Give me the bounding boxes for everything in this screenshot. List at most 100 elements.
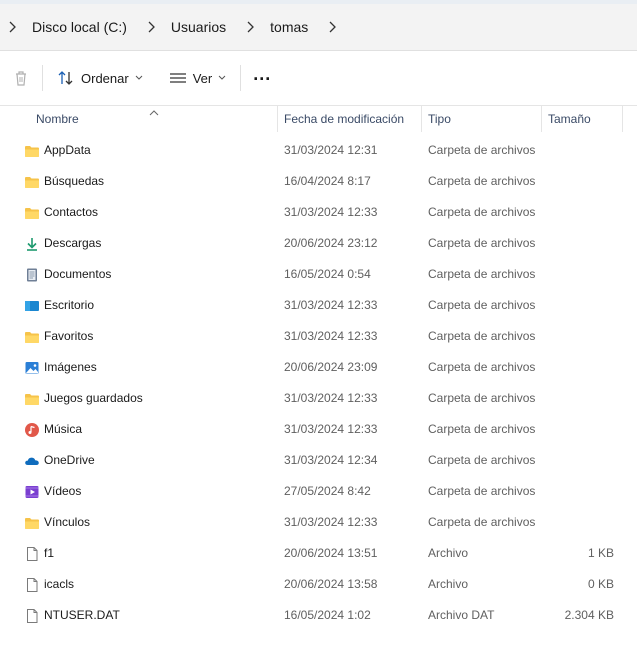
file-date: 16/05/2024 1:02 — [284, 608, 371, 622]
file-date: 31/03/2024 12:33 — [284, 391, 378, 405]
file-date: 16/05/2024 0:54 — [284, 267, 371, 281]
file-date: 31/03/2024 12:33 — [284, 298, 378, 312]
address-bar[interactable]: Disco local (C:) Usuarios tomas — [0, 4, 637, 51]
videos-icon — [24, 484, 40, 500]
column-divider[interactable] — [541, 106, 542, 132]
file-type: Archivo — [428, 546, 469, 560]
file-date: 20/06/2024 13:58 — [284, 577, 378, 591]
chevron-right-icon[interactable] — [326, 20, 338, 34]
column-header-date[interactable]: Fecha de modificación — [284, 106, 404, 132]
view-button[interactable]: Ver — [169, 71, 227, 86]
file-date: 31/03/2024 12:31 — [284, 143, 378, 157]
sort-ascending-icon — [149, 106, 159, 120]
file-row[interactable]: Búsquedas 16/04/2024 8:17 Carpeta de archi… — [0, 166, 637, 197]
file-icon — [24, 608, 40, 624]
file-name: Vídeos — [44, 484, 82, 498]
file-name-cell[interactable]: Vídeos — [24, 476, 81, 507]
file-name-cell[interactable]: Búsquedas — [24, 166, 104, 197]
chevron-right-icon[interactable] — [145, 20, 157, 34]
folder-icon — [24, 143, 40, 159]
file-name: Favoritos — [44, 329, 94, 343]
breadcrumb-disco-local[interactable]: Disco local (C:) — [30, 19, 129, 35]
file-type: Carpeta de archivos — [428, 236, 536, 250]
column-divider[interactable] — [421, 106, 422, 132]
column-divider[interactable] — [277, 106, 278, 132]
sort-label: Ordenar — [81, 70, 129, 86]
file-row[interactable]: Música 31/03/2024 12:33 Carpeta de archivo… — [0, 414, 637, 445]
file-row[interactable]: Escritorio 31/03/2024 12:33 Carpeta de arc… — [0, 290, 637, 321]
column-header-name[interactable]: Nombre — [36, 106, 79, 132]
chevron-down-icon — [218, 75, 226, 81]
file-date: 20/06/2024 23:12 — [284, 236, 378, 250]
file-name-cell[interactable]: OneDrive — [24, 445, 95, 476]
command-bar: Ordenar Ver ... — [0, 51, 637, 106]
file-name-cell[interactable]: Contactos — [24, 197, 98, 228]
sort-button[interactable]: Ordenar — [57, 70, 143, 86]
file-row[interactable]: Vínculos 31/03/2024 12:33 Carpeta de archi… — [0, 507, 637, 538]
breadcrumb-usuarios[interactable]: Usuarios — [169, 19, 228, 35]
file-name-cell[interactable]: Escritorio — [24, 290, 94, 321]
more-options-button[interactable]: ... — [253, 64, 271, 85]
file-type: Carpeta de archivos — [428, 453, 536, 467]
file-size: 0 KB — [587, 577, 614, 591]
file-icon — [24, 546, 40, 562]
file-name-cell[interactable]: Imágenes — [24, 352, 97, 383]
file-row[interactable]: Juegos guardados 31/03/2024 12:33 Carpeta … — [0, 383, 637, 414]
file-name: OneDrive — [44, 453, 95, 467]
file-name: Escritorio — [44, 298, 95, 312]
file-name-cell[interactable]: AppData — [24, 135, 91, 166]
folder-icon — [24, 515, 40, 531]
file-type: Carpeta de archivos — [428, 267, 536, 281]
column-divider[interactable] — [622, 106, 623, 132]
file-row[interactable]: Imágenes 20/06/2024 23:09 Carpeta de archi… — [0, 352, 637, 383]
file-date: 31/03/2024 12:33 — [284, 422, 378, 436]
file-name-cell[interactable]: icacls — [24, 569, 74, 600]
file-name: Descargas — [44, 236, 102, 250]
file-date: 27/05/2024 8:42 — [284, 484, 371, 498]
file-row[interactable]: Descargas 20/06/2024 23:12 Carpeta de arch… — [0, 228, 637, 259]
delete-icon[interactable] — [12, 69, 30, 87]
file-name-cell[interactable]: Vínculos — [24, 507, 90, 538]
file-name-cell[interactable]: f1 — [24, 538, 54, 569]
breadcrumb-tomas[interactable]: tomas — [268, 19, 310, 35]
file-row[interactable]: OneDrive 31/03/2024 12:34 Carpeta de archi… — [0, 445, 637, 476]
file-name: Búsquedas — [44, 174, 105, 188]
file-name-cell[interactable]: Música — [24, 414, 82, 445]
file-row[interactable]: Favoritos 31/03/2024 12:33 Carpeta de arch… — [0, 321, 637, 352]
file-name: Vínculos — [44, 515, 91, 529]
toolbar-divider — [42, 65, 43, 91]
file-type: Carpeta de archivos — [428, 298, 536, 312]
column-header-type[interactable]: Tipo — [428, 106, 451, 132]
file-date: 31/03/2024 12:33 — [284, 515, 378, 529]
file-name: Música — [44, 422, 83, 436]
folder-icon — [24, 174, 40, 190]
view-list-icon — [169, 71, 187, 85]
file-row[interactable]: Documentos 16/05/2024 0:54 Carpeta de arch… — [0, 259, 637, 290]
column-header-size[interactable]: Tamaño — [548, 106, 591, 132]
chevron-right-icon[interactable] — [244, 20, 256, 34]
file-date: 20/06/2024 13:51 — [284, 546, 378, 560]
file-name-cell[interactable]: Juegos guardados — [24, 383, 143, 414]
file-name-cell[interactable]: NTUSER.DAT — [24, 600, 120, 631]
file-type: Carpeta de archivos — [428, 515, 536, 529]
file-type: Carpeta de archivos — [428, 205, 536, 219]
file-name-cell[interactable]: Descargas — [24, 228, 101, 259]
file-row[interactable]: Contactos 31/03/2024 12:33 Carpeta de arch… — [0, 197, 637, 228]
file-row[interactable]: icacls 20/06/2024 13:58 Archivo 0 KB — [0, 569, 637, 600]
file-name-cell[interactable]: Documentos — [24, 259, 111, 290]
file-icon — [24, 577, 40, 593]
file-row[interactable]: NTUSER.DAT 16/05/2024 1:02 Archivo DAT 2.30… — [0, 600, 637, 631]
download-icon — [24, 236, 40, 252]
file-name: AppData — [44, 143, 91, 157]
folder-icon — [24, 329, 40, 345]
file-row[interactable]: AppData 31/03/2024 12:31 Carpeta de archiv… — [0, 135, 637, 166]
desktop-icon — [24, 298, 40, 314]
chevron-right-icon[interactable] — [6, 20, 18, 34]
file-type: Carpeta de archivos — [428, 422, 536, 436]
file-row[interactable]: Vídeos 27/05/2024 8:42 Carpeta de archivos — [0, 476, 637, 507]
file-name-cell[interactable]: Favoritos — [24, 321, 93, 352]
file-name: f1 — [44, 546, 55, 560]
file-row[interactable]: f1 20/06/2024 13:51 Archivo 1 KB — [0, 538, 637, 569]
chevron-down-icon — [135, 75, 143, 81]
file-date: 31/03/2024 12:34 — [284, 453, 378, 467]
